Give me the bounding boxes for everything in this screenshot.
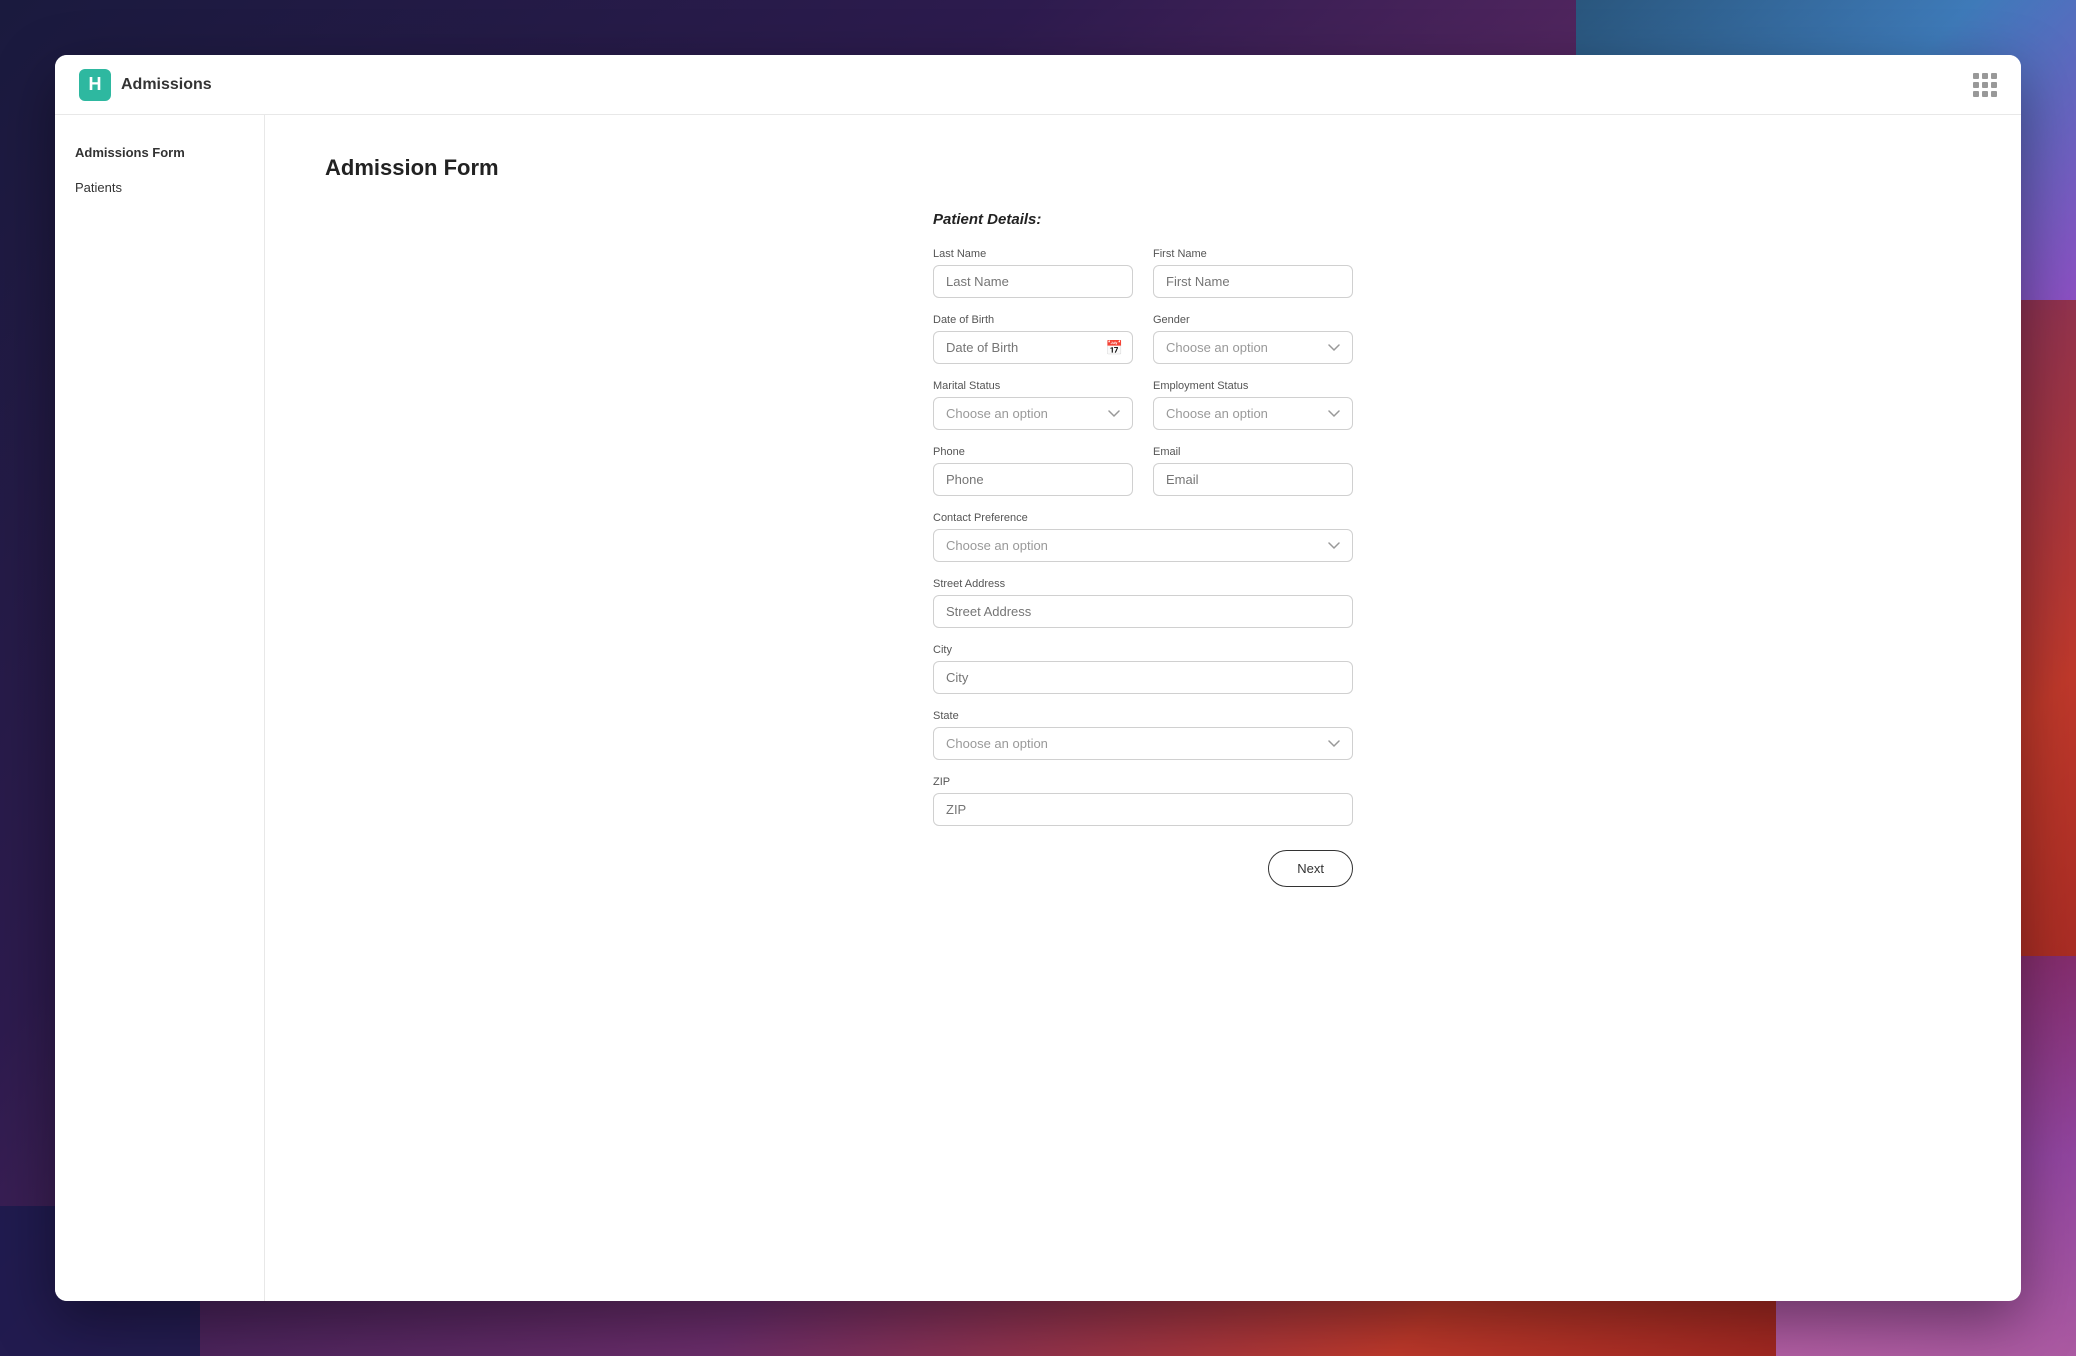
label-email: Email <box>1153 446 1353 458</box>
last-name-input[interactable] <box>933 265 1133 298</box>
dob-input-wrapper: 📅 <box>933 331 1133 364</box>
marital-status-select[interactable]: Choose an option Single Married Divorced <box>933 397 1133 430</box>
layout: Admissions Form Patients Admission Form … <box>55 115 2021 1301</box>
row-zip: ZIP <box>933 776 1353 826</box>
app-logo: H <box>79 69 111 101</box>
sidebar-item-patients[interactable]: Patients <box>55 170 264 205</box>
row-phone-email: Phone Email <box>933 446 1353 496</box>
app-title: Admissions <box>121 76 212 94</box>
group-phone: Phone <box>933 446 1133 496</box>
label-zip: ZIP <box>933 776 1353 788</box>
apps-grid-icon[interactable] <box>1973 73 1997 97</box>
group-last-name: Last Name <box>933 248 1133 298</box>
label-first-name: First Name <box>1153 248 1353 260</box>
label-employment-status: Employment Status <box>1153 380 1353 392</box>
label-state: State <box>933 710 1353 722</box>
row-city: City <box>933 644 1353 694</box>
group-contact-preference: Contact Preference Choose an option Phon… <box>933 512 1353 562</box>
label-contact-preference: Contact Preference <box>933 512 1353 524</box>
label-marital-status: Marital Status <box>933 380 1133 392</box>
form-container: Patient Details: Last Name First Name <box>933 211 1353 887</box>
group-street-address: Street Address <box>933 578 1353 628</box>
sidebar: Admissions Form Patients <box>55 115 265 1301</box>
employment-status-select[interactable]: Choose an option Employed Unemployed Ret… <box>1153 397 1353 430</box>
row-marital-employment: Marital Status Choose an option Single M… <box>933 380 1353 430</box>
group-email: Email <box>1153 446 1353 496</box>
row-street-address: Street Address <box>933 578 1353 628</box>
group-dob: Date of Birth 📅 <box>933 314 1133 364</box>
label-last-name: Last Name <box>933 248 1133 260</box>
page-title: Admission Form <box>325 155 1961 181</box>
next-button[interactable]: Next <box>1268 850 1353 887</box>
row-contact-preference: Contact Preference Choose an option Phon… <box>933 512 1353 562</box>
sidebar-item-admissions-form[interactable]: Admissions Form <box>55 135 264 170</box>
topbar: H Admissions <box>55 55 2021 115</box>
row-dob-gender: Date of Birth 📅 Gender Choose an option … <box>933 314 1353 364</box>
gender-select[interactable]: Choose an option Male Female Other <box>1153 331 1353 364</box>
group-city: City <box>933 644 1353 694</box>
street-address-input[interactable] <box>933 595 1353 628</box>
label-phone: Phone <box>933 446 1133 458</box>
contact-preference-select[interactable]: Choose an option Phone Email Mail <box>933 529 1353 562</box>
state-select[interactable]: Choose an option Alabama Alaska Californ… <box>933 727 1353 760</box>
group-first-name: First Name <box>1153 248 1353 298</box>
group-employment-status: Employment Status Choose an option Emplo… <box>1153 380 1353 430</box>
group-gender: Gender Choose an option Male Female Othe… <box>1153 314 1353 364</box>
section-title: Patient Details: <box>933 211 1353 228</box>
email-input[interactable] <box>1153 463 1353 496</box>
city-input[interactable] <box>933 661 1353 694</box>
label-street-address: Street Address <box>933 578 1353 590</box>
dob-input[interactable] <box>933 331 1133 364</box>
main-content: Admission Form Patient Details: Last Nam… <box>265 115 2021 1301</box>
label-dob: Date of Birth <box>933 314 1133 326</box>
row-name: Last Name First Name <box>933 248 1353 298</box>
group-marital-status: Marital Status Choose an option Single M… <box>933 380 1133 430</box>
group-state: State Choose an option Alabama Alaska Ca… <box>933 710 1353 760</box>
label-city: City <box>933 644 1353 656</box>
phone-input[interactable] <box>933 463 1133 496</box>
row-state: State Choose an option Alabama Alaska Ca… <box>933 710 1353 760</box>
zip-input[interactable] <box>933 793 1353 826</box>
first-name-input[interactable] <box>1153 265 1353 298</box>
group-zip: ZIP <box>933 776 1353 826</box>
label-gender: Gender <box>1153 314 1353 326</box>
app-window: H Admissions Admissions Form Patients Ad… <box>55 55 2021 1301</box>
